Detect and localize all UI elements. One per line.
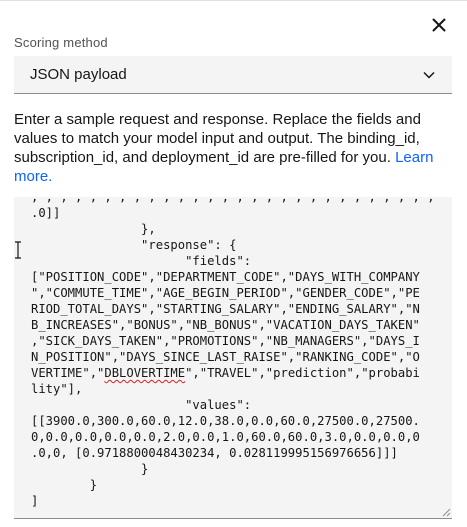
scoring-method-value: JSON payload xyxy=(30,66,127,83)
code-line: } xyxy=(31,478,98,492)
code-line: .0]] xyxy=(31,206,61,220)
code-line-with-misspelling: VERTIME","DBLOVERTIME","TRAVEL","predict… xyxy=(31,365,451,381)
close-icon xyxy=(432,18,446,32)
code-line: B_INCREASES","BONUS","NB_BONUS","VACATIO… xyxy=(31,318,420,332)
json-payload-editor[interactable]: , , , , , , , , , , , , , , , , , , , , … xyxy=(14,197,452,519)
code-line: }, xyxy=(31,222,156,236)
code-text: , , , , , , , , , , , , , , , , , , , , … xyxy=(31,197,451,509)
code-line: ] xyxy=(31,494,39,508)
code-line: ","COMMUTE_TIME","AGE_BEGIN_PERIOD","GEN… xyxy=(31,286,420,300)
code-line: .0,0, [0.9718800048430234, 0.02811999515… xyxy=(31,446,398,460)
scoring-method-dropdown[interactable]: JSON payload xyxy=(14,56,452,94)
top-divider xyxy=(0,0,467,1)
code-line: 0,0.0,0.0,0.0,0.0,2.0,0.0,1.0,60.0,60.0,… xyxy=(31,430,420,444)
code-line: ,"SICK_DAYS_TAKEN","PROMOTIONS","NB_MANA… xyxy=(31,334,420,348)
scoring-method-label: Scoring method xyxy=(14,35,108,50)
code-segment: VERTIME"," xyxy=(31,366,105,380)
code-line: , , , , , , , , , , , , , , , , , , , , … xyxy=(31,197,435,204)
code-segment: ","TRAVEL","prediction","probabi xyxy=(185,366,420,380)
code-line: ["POSITION_CODE","DEPARTMENT_CODE","DAYS… xyxy=(31,270,420,284)
code-line: "fields": xyxy=(31,254,252,268)
code-line: N_POSITION","DAYS_SINCE_LAST_RAISE","RAN… xyxy=(31,350,420,364)
close-button[interactable] xyxy=(428,14,450,36)
code-line: } xyxy=(31,462,149,476)
code-line: RIOD_TOTAL_DAYS","STARTING_SALARY","ENDI… xyxy=(31,302,420,316)
help-text: Enter a sample request and response. Rep… xyxy=(14,111,421,166)
resize-handle-icon[interactable] xyxy=(441,507,451,517)
chevron-down-icon xyxy=(423,71,435,79)
code-line: lity"], xyxy=(31,382,83,396)
code-line: "response": { xyxy=(31,238,237,252)
misspelled-word: DBLOVERTIME xyxy=(104,366,186,380)
code-line: "values": xyxy=(31,398,252,412)
help-paragraph: Enter a sample request and response. Rep… xyxy=(14,110,454,186)
code-line: [[3900.0,300.0,60.0,12.0,38.0,0.0,60.0,2… xyxy=(31,414,420,428)
